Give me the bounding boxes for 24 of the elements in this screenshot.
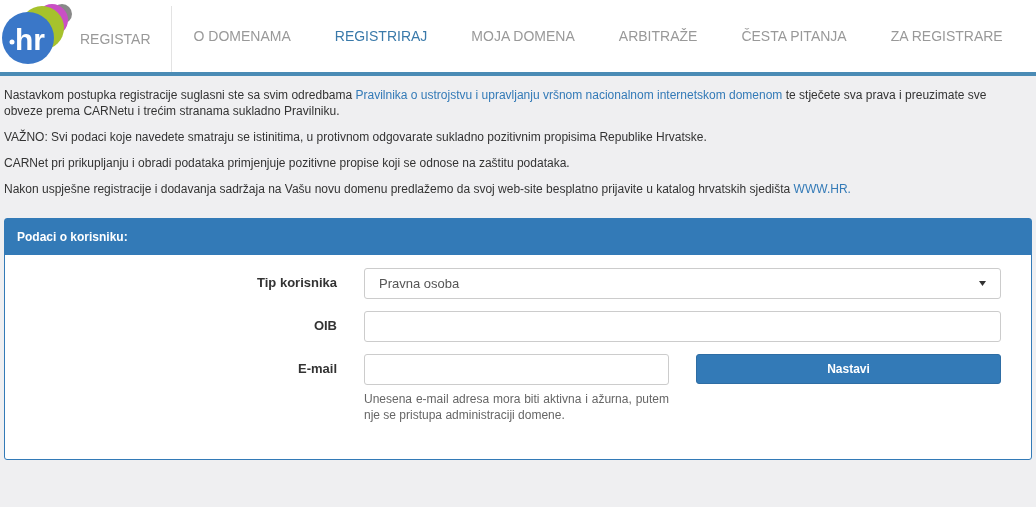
field-label: OIB [313,318,337,333]
input-field[interactable] [364,354,669,385]
continue-button[interactable]: Nastavi [696,354,1001,384]
help-text: Unesena e-mail adresa mora biti aktivna i ažurna, putem nje se pristupa administraciji domene. [364,391,669,423]
field-label: Tip korisnika [257,275,337,290]
nav-link[interactable]: ZA REGISTRARE [868,0,1025,72]
caret-icon [979,281,986,286]
nav-link[interactable]: ARBITRAŽE [596,0,720,72]
text-link[interactable]: WWW.HR. [793,182,851,196]
nav-link[interactable]: REGISTRIRAJ [312,0,450,72]
info-paragraph: VAŽNO: Svi podaci koje navedete smatraju se istinitima, u protivnom odgovarate sukladno pozitivnim propisima Republike Hrvatske. [4,129,708,145]
panel-title: Podaci o korisniku: [5,219,1031,255]
nav-link[interactable]: MOJA DOMENA [449,0,597,72]
input-field[interactable] [364,311,1001,342]
info-paragraph: CARNet pri prikupljanju i obradi podataka primjenjuje pozitivne propise koji se odnose na zaštitu podataka. [4,155,571,171]
nav-link[interactable]: REGISTAR [80,6,172,72]
info-paragraph: Nastavkom postupka registracije suglasni ste sa svim odredbama Pravilnika o ustrojstvu i upravljanju vršnom nacionalnom internetskom domenom te stječete sva prava i preuzimate sve obveze prema CARNetu i trećim stranama sukladno Pravilniku. [4,87,988,119]
info-paragraph: Nakon uspješne registracije i dodavanja sadržaja na Vašu novu domenu predlažemo da svoj web-site besplatno prijavite u katalog hrvatskih sjedišta WWW.HR. [4,181,852,197]
logo-drawing[interactable]: hr [0,0,80,72]
text-link[interactable]: Pravilnika o ustrojstvu i upravljanju vršnom nacionalnom internetskom domenom [355,88,783,102]
field-label: E-mail [298,361,337,376]
nav-link[interactable]: O DOMENAMA [171,0,313,72]
select-field[interactable]: Pravna osoba [364,268,1001,299]
nav-link[interactable]: ČESTA PITANJA [719,0,869,72]
